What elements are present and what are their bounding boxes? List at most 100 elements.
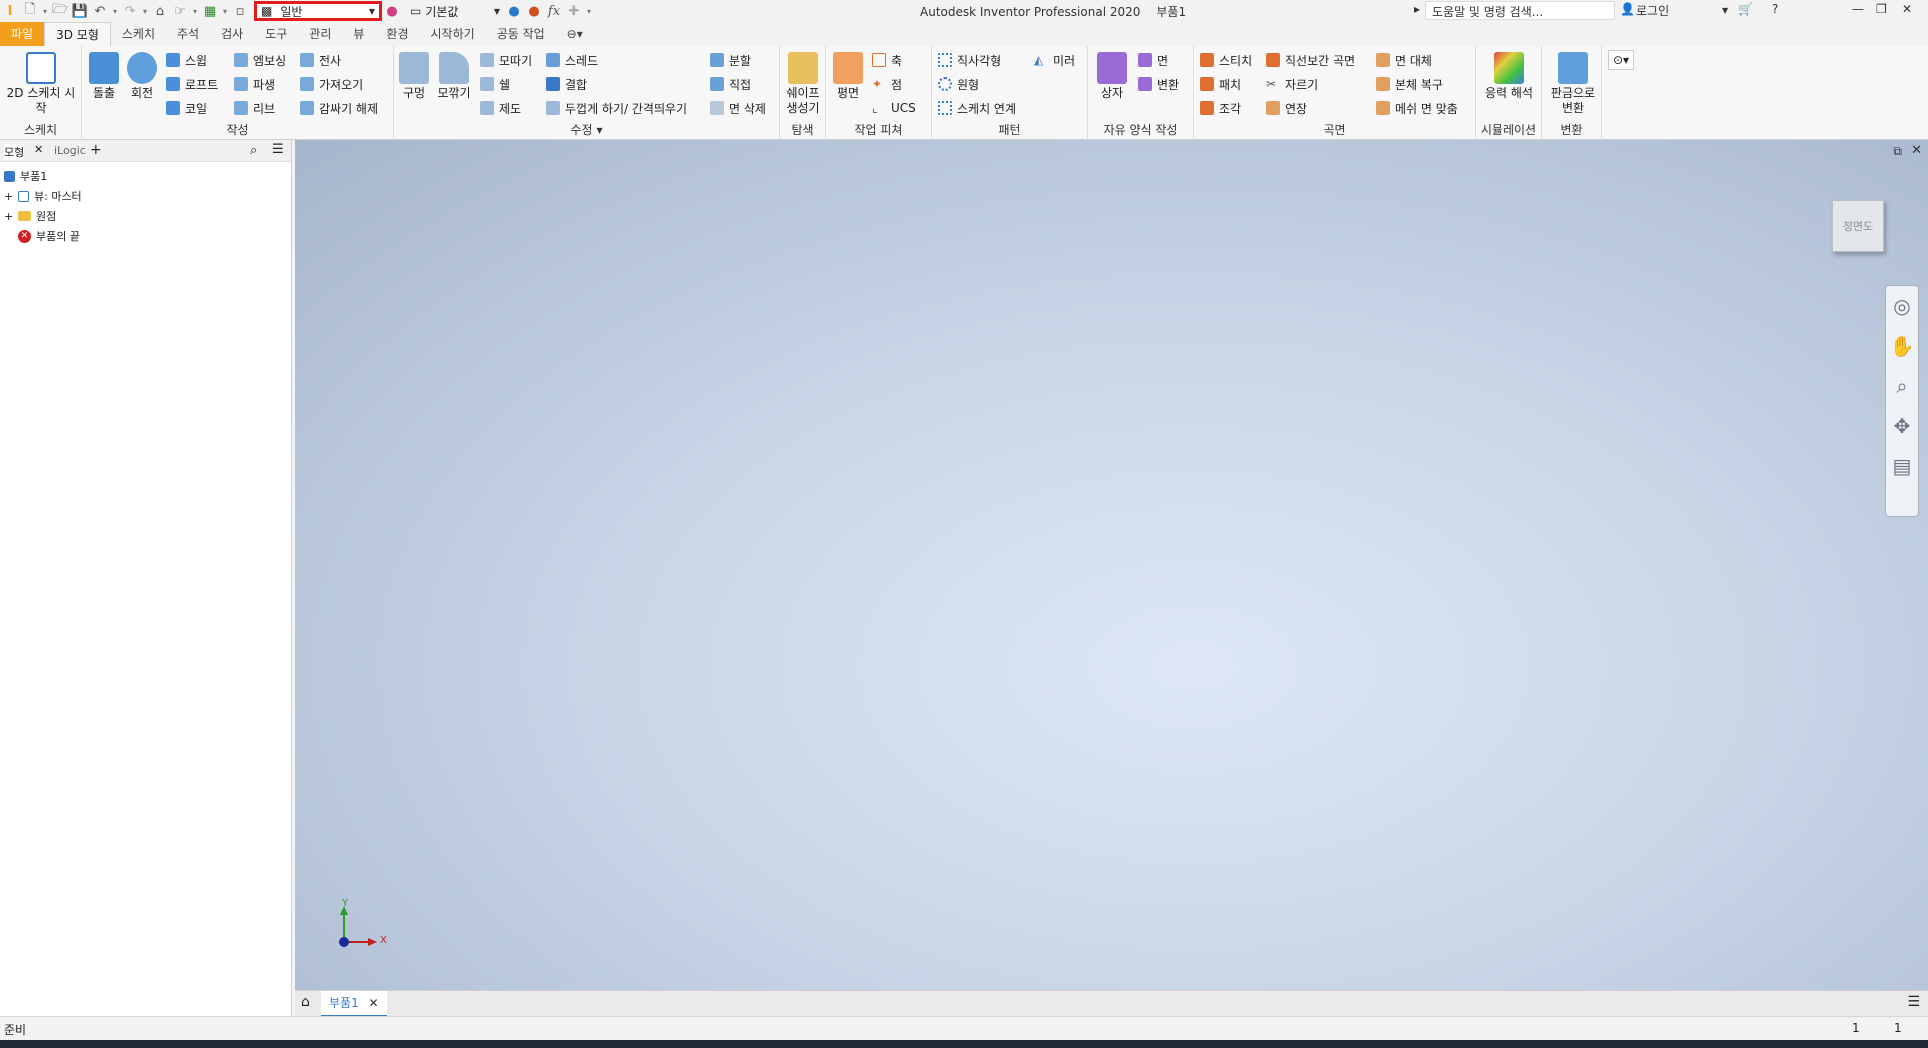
tab-extra-icon[interactable]: ⊖▾ [556, 22, 594, 46]
split-button[interactable]: 분할 [710, 50, 751, 70]
close-icon[interactable]: ✕ [369, 996, 379, 1010]
steering-wheel-icon[interactable]: ◎ [1886, 286, 1918, 326]
clear-appearance-icon[interactable]: ● [524, 2, 544, 20]
adjust-icon[interactable]: ● [504, 2, 524, 20]
mirror-button[interactable]: ◭ 미러 [1034, 50, 1075, 70]
viewcube[interactable]: 정면도 [1832, 200, 1884, 252]
home-icon[interactable]: ⌂ [150, 2, 170, 20]
tab-manage[interactable]: 관리 [298, 22, 342, 46]
coil-button[interactable]: 코일 [166, 98, 207, 118]
graphics-window[interactable]: ⧉ ✕ X Y [295, 140, 1928, 990]
expand-icon[interactable]: + [4, 190, 18, 203]
thicken-offset-button[interactable]: 두껍게 하기/ 간격띄우기 [546, 98, 687, 118]
replace-face-button[interactable]: 면 대체 [1376, 50, 1432, 70]
tree-item-view[interactable]: + 뷰: 마스터 [4, 187, 82, 205]
sketch-pattern-button[interactable]: 스케치 연계 [938, 98, 1016, 118]
revolve-button[interactable]: 회전 [124, 52, 160, 101]
redo-icon[interactable]: ↷ [120, 2, 140, 20]
chamfer-button[interactable]: 모따기 [480, 50, 532, 70]
appearance-ball-icon[interactable]: ● [382, 2, 402, 20]
select-icon[interactable]: ☞ [170, 2, 190, 20]
chevron-right-icon[interactable]: ▸ [1414, 2, 1420, 16]
shape-generator-button[interactable]: 쉐이프 생성기 [782, 52, 824, 116]
appearance-select[interactable]: ▭ 기본값 ▼ [406, 2, 504, 20]
panel-label-modify[interactable]: 수정 ▾ [394, 121, 779, 138]
rect-pattern-button[interactable]: 직사각형 [938, 50, 1001, 70]
orbit-icon[interactable]: ✥ [1886, 406, 1918, 446]
chevron-down-icon[interactable]: ▾ [190, 2, 200, 20]
chevron-down-icon[interactable]: ▾ [140, 2, 150, 20]
split-view-icon[interactable]: ⧉ [1893, 144, 1902, 159]
update-icon[interactable]: ▦ [200, 2, 220, 20]
customize-icon[interactable]: ▾ [584, 2, 594, 20]
stress-analysis-button[interactable]: 응력 해석 [1484, 52, 1534, 101]
user-icon[interactable]: 👤 [1620, 2, 1635, 16]
tab-inspect[interactable]: 검사 [210, 22, 254, 46]
circ-pattern-button[interactable]: 원형 [938, 74, 979, 94]
decal-button[interactable]: 전사 [300, 50, 341, 70]
tab-get-started[interactable]: 시작하기 [420, 22, 486, 46]
home-icon[interactable]: ⌂ [301, 994, 310, 1010]
derive-button[interactable]: 파생 [234, 74, 275, 94]
tab-environment[interactable]: 환경 [375, 22, 419, 46]
search-icon[interactable]: ⌕ [250, 143, 257, 158]
tab-ilogic[interactable]: iLogic [54, 144, 86, 157]
minimize-icon[interactable]: — [1852, 2, 1864, 16]
tree-item-end-of-part[interactable]: ✕ 부품의 끝 [18, 227, 80, 245]
tab-3d-model[interactable]: 3D 모형 [44, 22, 111, 46]
chevron-down-icon[interactable]: ▾ [220, 2, 230, 20]
axis-button[interactable]: 축 [872, 50, 902, 70]
extrude-button[interactable]: 돌출 [86, 52, 122, 101]
close-icon[interactable]: ✕ [34, 143, 43, 156]
tree-root-part[interactable]: 부품1 [4, 167, 47, 185]
sculpt-button[interactable]: 조각 [1200, 98, 1241, 118]
cart-icon[interactable]: 🛒 [1738, 2, 1753, 16]
add-tab-icon[interactable]: + [90, 142, 102, 158]
extend-button[interactable]: 연장 [1266, 98, 1307, 118]
tab-tools[interactable]: 도구 [254, 22, 298, 46]
open-file-icon[interactable]: 🗁 [50, 2, 70, 20]
chevron-down-icon[interactable]: ▾ [40, 2, 50, 20]
ucs-button[interactable]: ⌞ UCS [872, 98, 916, 118]
inventor-logo-icon[interactable]: I [0, 2, 20, 20]
close-icon[interactable]: ✕ [1902, 2, 1912, 16]
menu-icon[interactable]: ☰ [272, 142, 284, 157]
login-button[interactable]: 로그인 [1636, 2, 1669, 19]
help-search-input[interactable]: 도움말 및 명령 검색... [1425, 1, 1615, 20]
unwrap-button[interactable]: 감싸기 해제 [300, 98, 378, 118]
box-button[interactable]: 상자 [1094, 52, 1130, 101]
expand-icon[interactable]: + [4, 210, 18, 223]
patch-button[interactable]: 패치 [1200, 74, 1241, 94]
delete-face-button[interactable]: 면 삭제 [710, 98, 766, 118]
plus-icon[interactable]: ✚ [564, 2, 584, 20]
undo-icon[interactable]: ↶ [90, 2, 110, 20]
hole-button[interactable]: 구멍 [396, 52, 432, 101]
tab-file[interactable]: 파일 [0, 22, 45, 46]
close-icon[interactable]: ✕ [1911, 143, 1922, 158]
tab-annotate[interactable]: 주석 [166, 22, 210, 46]
start-2d-sketch-button[interactable]: 2D 스케치 시작 [6, 52, 76, 116]
tab-collaborate[interactable]: 공동 작업 [486, 22, 556, 46]
repair-bodies-button[interactable]: 본체 복구 [1376, 74, 1443, 94]
ribbon-options-button[interactable]: ⊙▾ [1608, 50, 1635, 70]
new-file-icon[interactable]: 🗋 [20, 2, 40, 20]
stitch-button[interactable]: 스티치 [1200, 50, 1252, 70]
fillet-button[interactable]: 모깎기 [434, 52, 474, 101]
combine-button[interactable]: 결합 [546, 74, 587, 94]
document-tab[interactable]: 부품1 ✕ [321, 991, 387, 1017]
shell-button[interactable]: 쉘 [480, 74, 510, 94]
help-icon[interactable]: ? [1772, 2, 1778, 16]
save-icon[interactable]: 💾 [70, 2, 90, 20]
direct-button[interactable]: 직접 [710, 74, 751, 94]
menu-icon[interactable]: ☰ [1907, 994, 1920, 1010]
import-button[interactable]: 가져오기 [300, 74, 363, 94]
chevron-down-icon[interactable]: ▾ [110, 2, 120, 20]
sweep-button[interactable]: 스윕 [166, 50, 207, 70]
tab-view[interactable]: 뷰 [342, 22, 375, 46]
restore-icon[interactable]: ❐ [1876, 2, 1887, 16]
emboss-button[interactable]: 엠보싱 [234, 50, 286, 70]
tree-item-origin[interactable]: + 원점 [4, 207, 56, 225]
thread-button[interactable]: 스레드 [546, 50, 598, 70]
draft-button[interactable]: 제도 [480, 98, 521, 118]
chevron-down-icon[interactable]: ▼ [1722, 6, 1728, 15]
